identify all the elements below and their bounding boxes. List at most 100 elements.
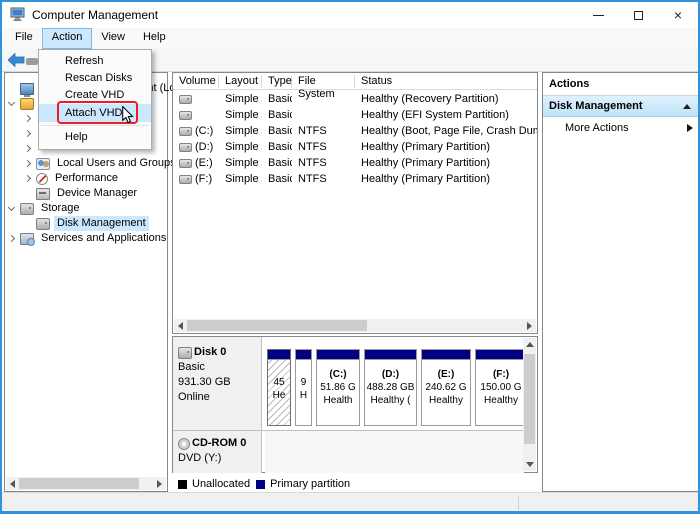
tree-item-device-manager[interactable]: Device Manager xyxy=(5,186,167,201)
volume-file-system: NTFS xyxy=(292,141,355,153)
column-header-status[interactable]: Status xyxy=(355,75,537,88)
actions-panel: Actions Disk Management More Actions xyxy=(542,72,700,492)
scroll-up-icon[interactable] xyxy=(523,338,536,351)
volume-status: Healthy (Primary Partition) xyxy=(355,141,537,153)
volume-row-d[interactable]: (D:)SimpleBasicNTFSHealthy (Primary Part… xyxy=(173,139,537,155)
actions-group-disk-management[interactable]: Disk Management xyxy=(543,96,699,117)
partition-0[interactable]: 45He xyxy=(267,349,291,426)
close-icon: × xyxy=(674,8,682,22)
cd-icon xyxy=(178,438,190,450)
scroll-left-icon[interactable] xyxy=(6,477,19,490)
volume-list-scroll-thumb[interactable] xyxy=(187,320,367,331)
tree-item-label: Device Manager xyxy=(54,186,140,201)
primary-partition-band xyxy=(317,350,359,360)
disk0-partition-strip: 45He 9H(C:)51.86 GHealth(D:)488.28 GBHeal… xyxy=(265,337,524,430)
volume-name: (F:) xyxy=(195,173,212,185)
column-header-volume[interactable]: Volume xyxy=(173,75,219,88)
primary-partition-band xyxy=(268,350,290,360)
volume-row-c[interactable]: (C:)SimpleBasicNTFSHealthy (Boot, Page F… xyxy=(173,123,537,139)
volume-row-0[interactable]: SimpleBasicHealthy (Recovery Partition) xyxy=(173,91,537,107)
column-header-type[interactable]: Type xyxy=(262,75,292,88)
partition-text: 9H xyxy=(296,360,311,402)
volume-type: Basic xyxy=(262,157,292,169)
cdrom-label: CD-ROM 0 DVD (Y:) xyxy=(173,431,262,473)
performance-icon xyxy=(36,173,48,185)
partition-e[interactable]: (E:)240.62 GHealthy xyxy=(421,349,471,426)
submenu-arrow-icon xyxy=(687,124,693,132)
chevron-collapsed-icon[interactable] xyxy=(24,115,31,122)
volume-name: (E:) xyxy=(195,157,213,169)
disk-pane-vertical-scrollbar[interactable] xyxy=(523,338,536,471)
volume-icon xyxy=(179,111,192,120)
chevron-expanded-icon[interactable] xyxy=(8,98,15,105)
volume-list-horizontal-scrollbar[interactable] xyxy=(174,319,536,332)
computer-management-window: Computer Management × FileActionViewHelp… xyxy=(0,0,700,514)
volume-type: Basic xyxy=(262,141,292,153)
disk-icon xyxy=(178,347,192,359)
cdrom-strip xyxy=(265,431,524,473)
volume-row-f[interactable]: (F:)SimpleBasicNTFSHealthy (Primary Part… xyxy=(173,171,537,187)
tree-scroll-thumb[interactable] xyxy=(19,478,139,489)
disk0-name: Disk 0 xyxy=(194,345,226,360)
volume-list-panel: VolumeLayoutTypeFile SystemStatus Simple… xyxy=(172,72,538,334)
partition-f[interactable]: (F:)150.00 GHealthy xyxy=(475,349,527,426)
disk-pane-scroll-thumb[interactable] xyxy=(524,354,535,444)
disk0-row: Disk 0 Basic 931.30 GB Online 45He9H(C:)… xyxy=(173,337,524,430)
mouse-cursor xyxy=(121,106,135,124)
chevron-collapsed-icon[interactable] xyxy=(24,145,31,152)
volume-type: Basic xyxy=(262,109,292,121)
tree-item-label: Local Users and Groups xyxy=(54,156,179,171)
tree-horizontal-scrollbar[interactable] xyxy=(6,477,166,490)
chevron-expanded-icon[interactable] xyxy=(8,203,15,210)
volume-row-e[interactable]: (E:)SimpleBasicNTFSHealthy (Primary Part… xyxy=(173,155,537,171)
minimize-button[interactable] xyxy=(578,2,618,28)
partition-d[interactable]: (D:)488.28 GBHealthy ( xyxy=(364,349,417,426)
volume-status: Healthy (Boot, Page File, Crash Dum xyxy=(355,125,537,137)
tree-item-label: Disk Management xyxy=(54,216,149,231)
menubar-item-file[interactable]: File xyxy=(6,28,42,49)
tree-item-performance[interactable]: Performance xyxy=(5,171,167,186)
menu-item-create-vhd[interactable]: Create VHD xyxy=(39,87,151,104)
partition-c[interactable]: (C:)51.86 GHealth xyxy=(316,349,360,426)
volume-row-1[interactable]: SimpleBasicHealthy (EFI System Partition… xyxy=(173,107,537,123)
window-title: Computer Management xyxy=(32,8,158,22)
column-header-layout[interactable]: Layout xyxy=(219,75,262,88)
chevron-collapsed-icon[interactable] xyxy=(8,235,15,242)
partition-text: 45He xyxy=(268,360,290,402)
services-icon xyxy=(20,233,34,245)
partition-1[interactable]: 9H xyxy=(295,349,312,426)
menu-item-refresh[interactable]: Refresh xyxy=(39,53,151,70)
tree-item-disk-management[interactable]: Disk Management xyxy=(5,216,167,231)
menubar-item-action[interactable]: Action xyxy=(42,28,93,49)
partial-hidden-icon xyxy=(26,58,38,65)
volume-file-system: NTFS xyxy=(292,173,355,185)
menubar-item-view[interactable]: View xyxy=(92,28,134,49)
scroll-right-icon[interactable] xyxy=(153,477,166,490)
maximize-button[interactable] xyxy=(618,2,658,28)
chevron-collapsed-icon[interactable] xyxy=(24,175,31,182)
tree-item-local-users-and-groups[interactable]: Local Users and Groups xyxy=(5,156,167,171)
tools-icon xyxy=(20,98,34,110)
tree-item-services-and-applications[interactable]: Services and Applications xyxy=(5,231,167,246)
column-header-file-system[interactable]: File System xyxy=(292,75,355,88)
collapse-icon[interactable] xyxy=(683,104,691,109)
menu-item-rescan-disks[interactable]: Rescan Disks xyxy=(39,70,151,87)
volume-type: Basic xyxy=(262,93,292,105)
scroll-right-icon[interactable] xyxy=(523,319,536,332)
menu-item-help[interactable]: Help xyxy=(39,129,151,146)
close-button[interactable]: × xyxy=(658,2,698,28)
no-chevron xyxy=(24,220,31,227)
status-bar xyxy=(2,492,698,513)
chevron-collapsed-icon[interactable] xyxy=(24,160,31,167)
scroll-left-icon[interactable] xyxy=(174,319,187,332)
more-actions-item[interactable]: More Actions xyxy=(543,117,699,139)
volume-status: Healthy (Recovery Partition) xyxy=(355,93,537,105)
maximize-icon xyxy=(634,11,643,20)
chevron-collapsed-icon[interactable] xyxy=(24,130,31,137)
disk0-status: Online xyxy=(178,390,261,405)
scroll-down-icon[interactable] xyxy=(523,458,536,471)
menubar-item-help[interactable]: Help xyxy=(134,28,175,49)
back-icon[interactable] xyxy=(8,53,25,67)
tree-item-storage[interactable]: Storage xyxy=(5,201,167,216)
primary-partition-band xyxy=(365,350,416,360)
